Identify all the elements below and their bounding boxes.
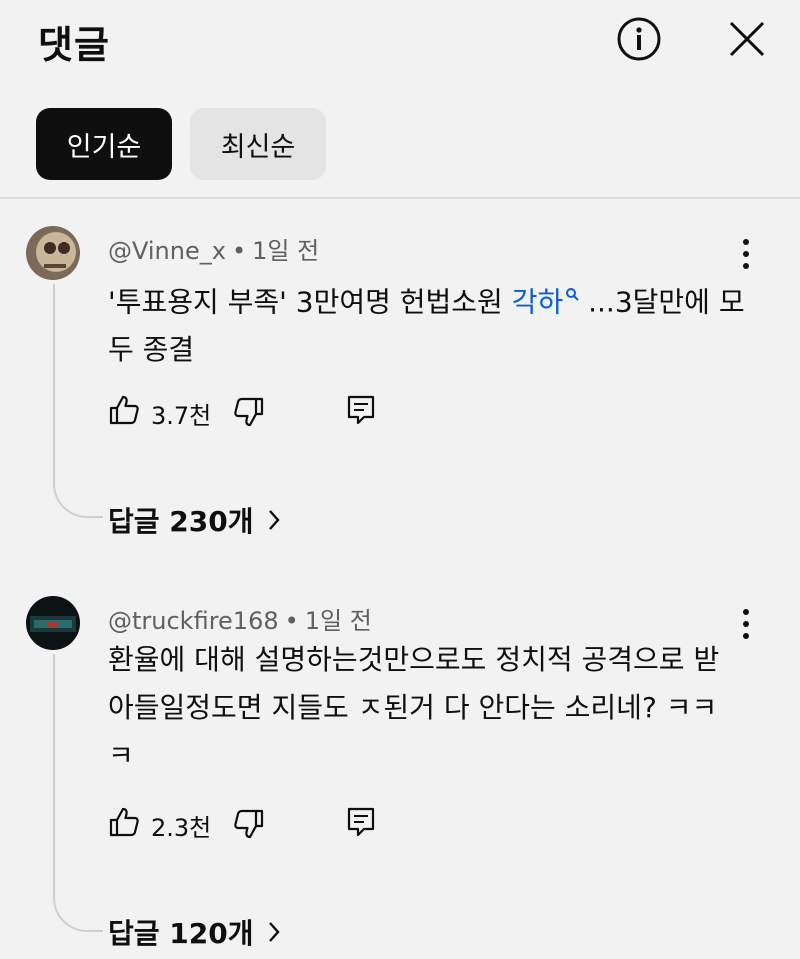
comment-author[interactable]: @truckfire168: [108, 607, 279, 635]
like-button[interactable]: [108, 806, 140, 842]
search-icon: [565, 268, 579, 316]
reply-button[interactable]: [346, 394, 376, 430]
reply-button[interactable]: [346, 806, 376, 842]
dislike-button[interactable]: [233, 808, 265, 844]
comment-icon: [347, 395, 375, 425]
thumbs-down-icon: [234, 809, 264, 839]
chevron-right-icon: [269, 510, 281, 530]
sort-chip-newest[interactable]: 최신순: [190, 108, 326, 180]
avatar[interactable]: [26, 226, 80, 280]
thumbs-down-icon: [234, 397, 264, 427]
reply-thread-line: [53, 654, 103, 932]
comment-meta: @Vinne_x • 1일 전: [108, 237, 320, 265]
chevron-right-icon: [269, 922, 281, 942]
search-link[interactable]: 각하: [512, 285, 564, 318]
comment-author[interactable]: @Vinne_x: [108, 237, 226, 265]
like-count: 3.7천: [151, 402, 212, 430]
header-divider: [0, 197, 800, 199]
like-count: 2.3천: [151, 814, 212, 842]
dislike-button[interactable]: [233, 396, 265, 432]
comment-text: '투표용지 부족' 3만여명 헌법소원 각하 ...3달만에 모두 종결: [108, 268, 748, 374]
view-replies-button[interactable]: 답글 120개: [108, 912, 281, 952]
comment-icon: [347, 807, 375, 837]
avatar[interactable]: [26, 596, 80, 650]
comment-meta: @truckfire168 • 1일 전: [108, 607, 372, 635]
sort-chip-popular[interactable]: 인기순: [36, 108, 172, 180]
comment-text-part: '투표용지 부족' 3만여명 헌법소원: [108, 285, 512, 319]
more-options-icon[interactable]: [734, 236, 758, 272]
replies-label: 답글 120개: [108, 917, 254, 950]
view-replies-button[interactable]: 답글 230개: [108, 500, 281, 540]
thumbs-up-icon: [109, 807, 139, 837]
comment-time: 1일 전: [304, 607, 372, 635]
more-options-icon[interactable]: [734, 606, 758, 642]
replies-label: 답글 230개: [108, 505, 254, 538]
comments-header: 댓글: [0, 0, 800, 90]
like-button[interactable]: [108, 394, 140, 430]
info-icon[interactable]: [616, 16, 662, 62]
comment-time: 1일 전: [252, 237, 320, 265]
reply-thread-line: [53, 284, 103, 518]
panel-title: 댓글: [38, 23, 110, 67]
comment-text: 환율에 대해 설명하는것만으로도 정치적 공격으로 받아들일정도면 지들도 ㅈ된…: [108, 643, 720, 772]
thumbs-up-icon: [109, 395, 139, 425]
close-icon[interactable]: [726, 18, 768, 60]
